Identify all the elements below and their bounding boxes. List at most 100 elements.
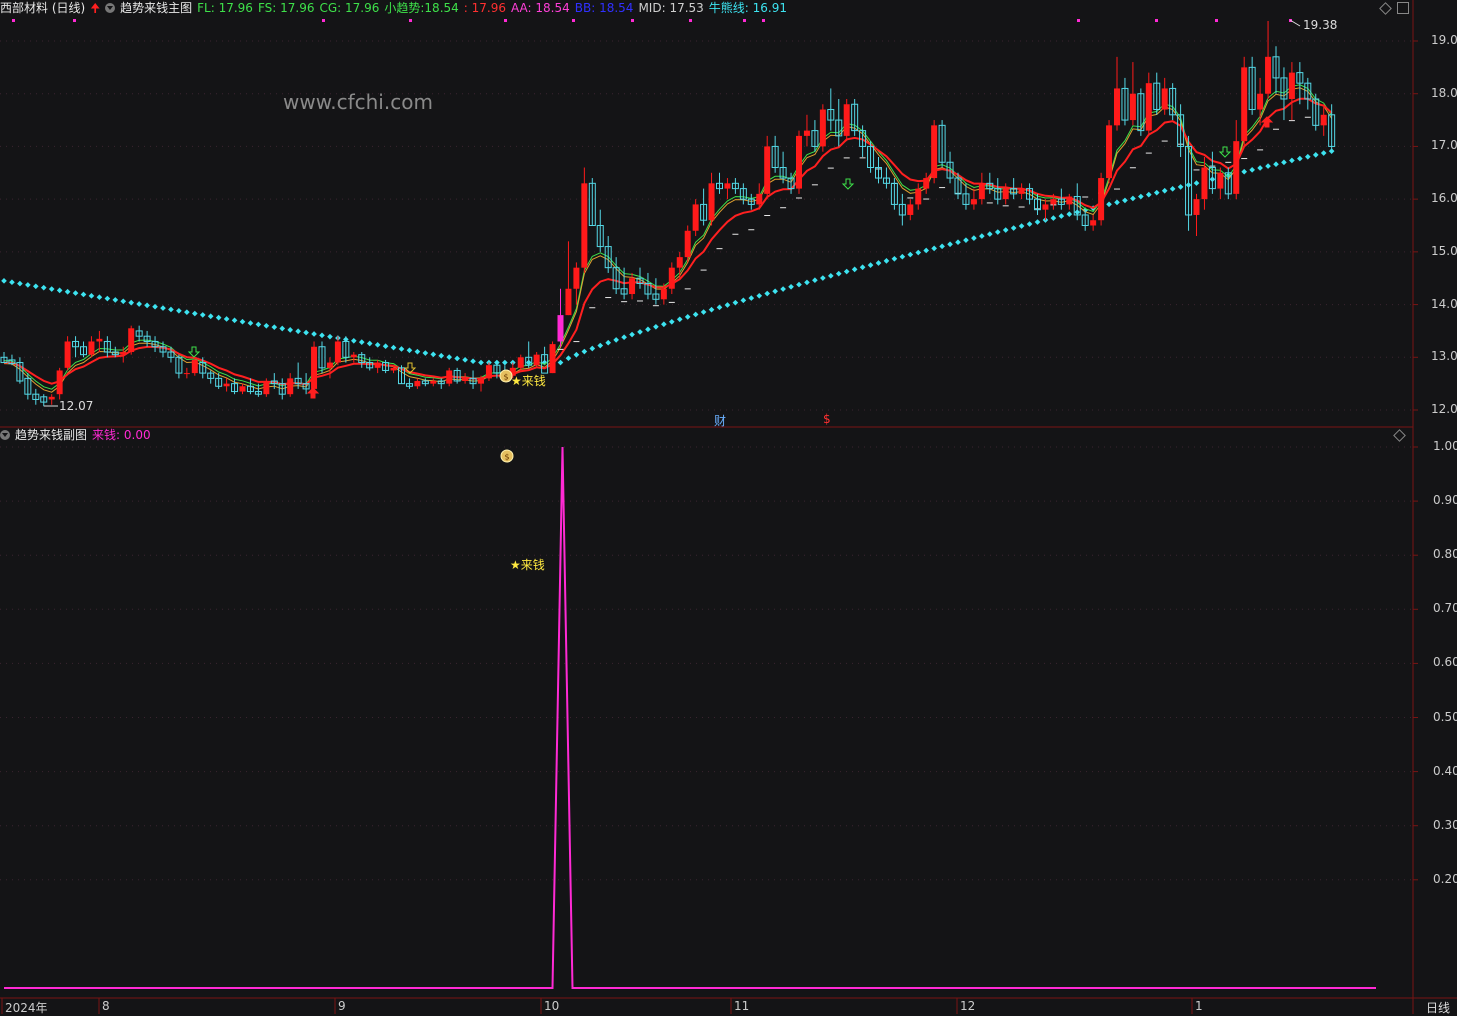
high-pointer (1289, 19, 1301, 27)
bear-line-dot (748, 295, 755, 301)
candle-body (708, 183, 715, 221)
low-label: 12.07 (59, 399, 94, 413)
bear-line-dot (1304, 153, 1311, 160)
bear-line-dot (653, 323, 659, 330)
y-tick-label: 0.40 (1433, 763, 1457, 778)
bear-line-dot (160, 305, 166, 311)
bear-line-dot (470, 358, 476, 365)
bear-line-dot (1320, 150, 1327, 156)
bear-line-dot (581, 348, 588, 355)
x-tick-label: 12 (960, 999, 976, 1013)
candle-body (978, 183, 985, 200)
bear-line-dot (239, 318, 246, 325)
candle-body (1090, 220, 1097, 226)
candle-body (676, 257, 683, 268)
bear-line-dot (462, 357, 468, 363)
top-marker-dot (322, 19, 325, 22)
bear-line-dot (557, 359, 564, 366)
aa-value: AA: 18.54 (511, 1, 570, 15)
chart-canvas[interactable]: $$ (0, 0, 1457, 1014)
bear-line-dot (963, 237, 969, 243)
chevron-down-icon[interactable] (0, 430, 10, 440)
y-tick-label: 16.00 (1431, 191, 1457, 206)
candle-body (629, 278, 636, 295)
bear-line-dot (812, 277, 818, 284)
period-label[interactable]: 日线 (1426, 999, 1450, 1016)
bear-line-dot (692, 311, 699, 318)
bear-line-dot (279, 325, 286, 332)
y-tick-label: 0.30 (1433, 817, 1457, 832)
bear-line-dot (1177, 184, 1184, 190)
bear-line-dot (804, 279, 810, 286)
candle-body (239, 386, 246, 392)
bear-line-dot (48, 286, 55, 292)
bear-line-dot (859, 264, 866, 271)
x-tick-label: 8 (102, 999, 110, 1013)
fl-value: FL: 17.96 (197, 1, 253, 15)
candle-body (88, 341, 95, 355)
candle-body (334, 341, 341, 363)
bear-line-dot (668, 318, 675, 325)
bear-line-dot (645, 326, 651, 333)
bear-line-dot (931, 245, 937, 252)
chevron-down-icon[interactable] (105, 3, 116, 13)
candle-body (1098, 178, 1105, 221)
bear-line-dot (1281, 159, 1287, 166)
top-marker-dot (1077, 19, 1080, 22)
top-marker-dot (689, 19, 692, 22)
bear-line-dot (820, 275, 826, 281)
candle-body (1066, 196, 1073, 205)
candle-body (128, 328, 135, 353)
candle-body (931, 125, 938, 179)
candle-body (191, 359, 198, 374)
candle-body (390, 367, 397, 371)
bear-line-dot (406, 347, 413, 354)
candle-body (263, 381, 270, 395)
bear-line-dot (1010, 225, 1017, 231)
candle-body (1193, 199, 1200, 215)
candle-body (668, 267, 675, 289)
fs-value: FS: 17.96 (257, 1, 315, 15)
indicator-name[interactable]: 趋势来钱主图 (120, 1, 192, 15)
candle-body (581, 183, 588, 268)
y-tick-label: 0.20 (1433, 871, 1457, 886)
bear-line-dot (764, 290, 771, 297)
candle-body (430, 381, 437, 384)
candle-body (96, 338, 103, 342)
candle-body (414, 381, 421, 387)
bear-line-dot (120, 298, 127, 305)
sub-indicator-name[interactable]: 趋势来钱副图 (15, 428, 87, 442)
top-marker-dot (1215, 19, 1218, 22)
bear-line-dot (891, 255, 898, 262)
bear-line-dot (215, 314, 222, 321)
sub-header: 趋势来钱副图 来钱: 0.00 (0, 427, 156, 443)
bear-line-dot (1297, 155, 1303, 162)
bear-line-dot (1249, 167, 1255, 173)
bear-line-dot (724, 302, 731, 308)
window-button[interactable] (1397, 2, 1409, 14)
buy-arrow-icon (306, 387, 320, 399)
top-marker-dot (12, 19, 15, 22)
candle-body (374, 362, 381, 368)
stock-name[interactable]: 西部材料 (日线) (0, 1, 85, 15)
bear-line-dot (88, 293, 95, 299)
bear-line-dot (1241, 168, 1248, 175)
sell-arrow-icon (841, 178, 855, 190)
bear-line-dot (1034, 219, 1041, 225)
cai-marker: 财 (714, 414, 727, 428)
bear-line-dot (446, 354, 453, 360)
bear-line-dot (756, 292, 763, 299)
x-tick-label: 9 (338, 999, 346, 1013)
bear-line-dot (327, 333, 333, 340)
bear-line-dot (1265, 163, 1271, 169)
bear-line-dot (629, 331, 635, 338)
candle-body (1233, 141, 1240, 194)
money-bag-symbol: $ (504, 453, 509, 462)
bear-line-dot (835, 270, 842, 277)
candle-body (756, 193, 763, 205)
candle-body (183, 373, 190, 375)
bear-line-dot (366, 340, 373, 347)
bear-line-dot (295, 328, 301, 335)
bear-line-dot (104, 295, 111, 302)
mid-value: MID: 17.53 (638, 1, 704, 15)
